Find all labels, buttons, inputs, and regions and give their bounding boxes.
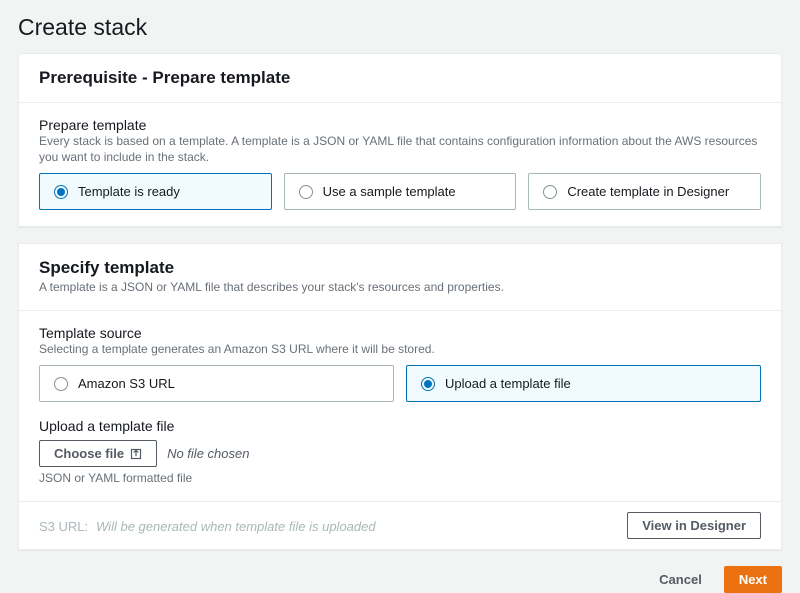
panel-specify-footer: S3 URL: Will be generated when template … xyxy=(19,501,781,549)
next-button[interactable]: Next xyxy=(724,566,782,593)
specify-subtitle: A template is a JSON or YAML file that d… xyxy=(39,280,761,296)
tile-upload-file[interactable]: Upload a template file xyxy=(406,365,761,402)
tile-label: Upload a template file xyxy=(445,376,571,391)
s3-url-label: S3 URL: xyxy=(39,519,88,534)
panel-prerequisite: Prerequisite - Prepare template Prepare … xyxy=(18,53,782,227)
cancel-button[interactable]: Cancel xyxy=(645,566,716,593)
tile-use-sample[interactable]: Use a sample template xyxy=(284,173,517,210)
prepare-template-help: Every stack is based on a template. A te… xyxy=(39,134,761,165)
choose-file-button[interactable]: Choose file xyxy=(39,440,157,467)
specify-heading: Specify template xyxy=(39,258,761,278)
prepare-template-tiles: Template is ready Use a sample template … xyxy=(39,173,761,210)
panel-specify-header: Specify template A template is a JSON or… xyxy=(19,244,781,311)
panel-prerequisite-body: Prepare template Every stack is based on… xyxy=(19,103,781,226)
tile-label: Template is ready xyxy=(78,184,180,199)
tile-template-ready[interactable]: Template is ready xyxy=(39,173,272,210)
panel-prerequisite-header: Prerequisite - Prepare template xyxy=(19,54,781,103)
template-source-tiles: Amazon S3 URL Upload a template file xyxy=(39,365,761,402)
radio-icon xyxy=(421,377,435,391)
upload-file-label: Upload a template file xyxy=(39,418,761,434)
radio-icon xyxy=(54,185,68,199)
tile-label: Use a sample template xyxy=(323,184,456,199)
tile-create-in-designer[interactable]: Create template in Designer xyxy=(528,173,761,210)
upload-file-help: JSON or YAML formatted file xyxy=(39,471,761,485)
radio-icon xyxy=(299,185,313,199)
prepare-template-label: Prepare template xyxy=(39,117,761,133)
radio-icon xyxy=(543,185,557,199)
panel-specify-template: Specify template A template is a JSON or… xyxy=(18,243,782,550)
radio-icon xyxy=(54,377,68,391)
template-source-label: Template source xyxy=(39,325,761,341)
upload-icon xyxy=(130,448,142,460)
tile-label: Create template in Designer xyxy=(567,184,729,199)
no-file-text: No file chosen xyxy=(167,446,249,461)
tile-label: Amazon S3 URL xyxy=(78,376,175,391)
tile-s3-url[interactable]: Amazon S3 URL xyxy=(39,365,394,402)
prereq-heading: Prerequisite - Prepare template xyxy=(39,68,761,88)
page-title: Create stack xyxy=(18,14,782,41)
choose-file-label: Choose file xyxy=(54,446,124,461)
s3-url-value: Will be generated when template file is … xyxy=(96,519,376,534)
view-in-designer-button[interactable]: View in Designer xyxy=(627,512,761,539)
s3-url-row: S3 URL: Will be generated when template … xyxy=(39,518,376,534)
template-source-help: Selecting a template generates an Amazon… xyxy=(39,342,761,358)
wizard-actions: Cancel Next xyxy=(18,566,782,593)
panel-specify-body: Template source Selecting a template gen… xyxy=(19,311,781,502)
